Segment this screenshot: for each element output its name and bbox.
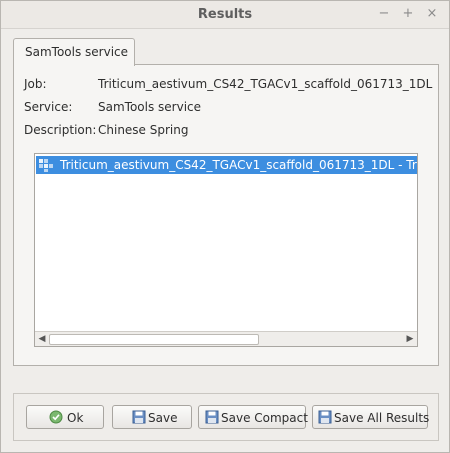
close-button[interactable]: × <box>423 5 441 23</box>
save-all-results-label: Save All Results <box>334 411 430 425</box>
scroll-right-icon[interactable]: ▶ <box>403 332 417 346</box>
tab-panel: Job: Triticum_aestivum_CS42_TGACv1_scaff… <box>13 64 439 366</box>
ok-label: Ok <box>67 411 84 425</box>
minimize-button[interactable]: − <box>375 5 393 23</box>
maximize-button[interactable]: + <box>399 5 417 23</box>
service-label: Service: <box>24 100 73 114</box>
save-button[interactable]: Save <box>112 405 192 429</box>
save-compact-label: Save Compact <box>221 411 308 425</box>
floppy-disk-icon <box>132 410 146 424</box>
scrollbar-thumb[interactable] <box>49 334 259 345</box>
check-icon <box>49 410 63 424</box>
list-item-label: Triticum_aestivum_CS42_TGACv1_scaffold_0… <box>60 158 417 172</box>
scroll-left-icon[interactable]: ◀ <box>35 332 49 346</box>
save-all-results-button[interactable]: Save All Results <box>312 405 430 429</box>
description-value: Chinese Spring <box>98 123 189 137</box>
floppy-disk-icon <box>205 410 219 424</box>
tab-label: SamTools service <box>25 45 129 59</box>
results-list[interactable]: Triticum_aestivum_CS42_TGACv1_scaffold_0… <box>34 153 418 347</box>
service-value: SamTools service <box>98 100 202 114</box>
description-label: Description: <box>24 123 97 137</box>
job-label: Job: <box>24 77 47 91</box>
tab-samtools-service[interactable]: SamTools service <box>13 38 135 66</box>
list-item[interactable]: Triticum_aestivum_CS42_TGACv1_scaffold_0… <box>36 156 417 174</box>
job-value: Triticum_aestivum_CS42_TGACv1_scaffold_0… <box>98 77 433 91</box>
title-bar[interactable]: Results − + × <box>1 1 449 29</box>
horizontal-scrollbar[interactable]: ◀ ▶ <box>35 331 417 346</box>
save-compact-button[interactable]: Save Compact <box>198 405 308 429</box>
results-window: Results − + × SamTools service Job: Trit… <box>0 0 450 453</box>
blocks-icon <box>38 158 54 172</box>
button-bar: Ok Save Save Compact Save All Results <box>13 393 439 441</box>
save-label: Save <box>148 411 178 425</box>
ok-button[interactable]: Ok <box>26 405 104 429</box>
floppy-disk-icon <box>318 410 332 424</box>
